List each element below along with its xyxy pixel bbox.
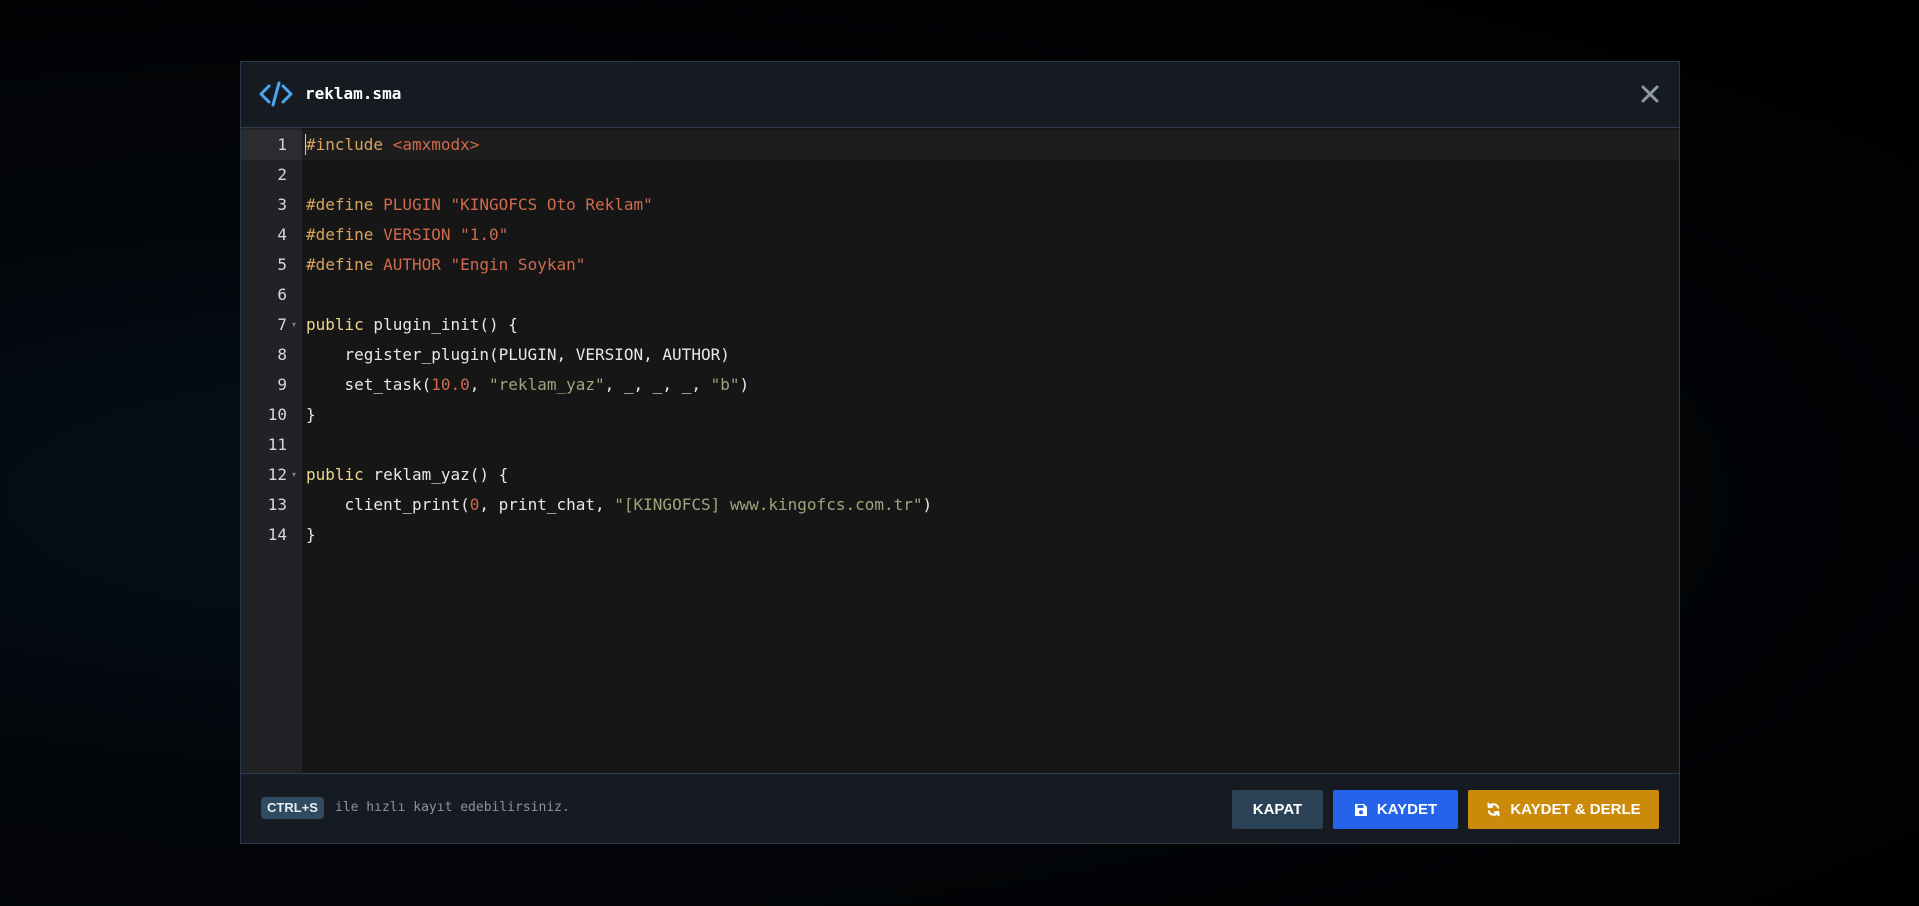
code-token: public bbox=[306, 315, 364, 334]
code-editor[interactable]: 1 #include <amxmodx> 2 3 #define PLUGIN "KIN… bbox=[241, 128, 1679, 773]
code-token: register_plugin(PLUGIN, VERSION, AUTHOR) bbox=[306, 345, 730, 364]
code-token: public bbox=[306, 465, 364, 484]
code-token: "Engin Soykan" bbox=[450, 255, 586, 274]
dialog-title: reklam.sma bbox=[305, 84, 402, 103]
code-line[interactable]: #define AUTHOR "Engin Soykan" bbox=[306, 250, 585, 280]
dialog-header: reklam.sma bbox=[241, 62, 1679, 128]
code-line[interactable]: #include <amxmodx> bbox=[306, 130, 479, 160]
line-number: 5 bbox=[277, 255, 287, 274]
code-line[interactable]: public reklam_yaz() { bbox=[306, 460, 508, 490]
line-number: 9 bbox=[277, 375, 287, 394]
line-number: 6 bbox=[277, 285, 287, 304]
code-token: VERSION bbox=[383, 225, 461, 244]
code-editor-dialog: reklam.sma 1 #include <amxmodx> 2 3 #define … bbox=[240, 61, 1680, 844]
code-icon bbox=[259, 81, 293, 107]
shortcut-hint: ile hızlı kayıt edebilirsiniz. bbox=[335, 800, 570, 815]
code-token: "1.0" bbox=[460, 225, 509, 244]
close-button[interactable]: KAPAT bbox=[1232, 790, 1323, 829]
code-line[interactable]: } bbox=[306, 520, 316, 550]
code-line[interactable]: set_task(10.0, "reklam_yaz", _, _, _, "b… bbox=[306, 370, 750, 400]
save-button[interactable]: KAYDET bbox=[1333, 790, 1458, 829]
code-token: client_print( bbox=[306, 495, 470, 514]
code-token: AUTHOR bbox=[383, 255, 451, 274]
code-token: ) bbox=[922, 495, 933, 514]
close-icon[interactable] bbox=[1637, 81, 1663, 107]
code-line[interactable]: #define PLUGIN "KINGOFCS Oto Reklam" bbox=[306, 190, 653, 220]
shortcut-badge: CTRL+S bbox=[261, 797, 324, 819]
code-token: #include bbox=[306, 135, 393, 154]
code-token: PLUGIN bbox=[383, 195, 451, 214]
line-number: 11 bbox=[267, 435, 287, 454]
code-token: , _, _, _, bbox=[604, 375, 711, 394]
code-token: <amxmodx> bbox=[392, 135, 480, 154]
code-token: 0 bbox=[469, 495, 480, 514]
code-token: "b" bbox=[710, 375, 740, 394]
line-number: 1 bbox=[277, 135, 287, 154]
code-token: , bbox=[469, 375, 490, 394]
code-token: reklam_yaz() { bbox=[363, 465, 509, 484]
code-token: "reklam_yaz" bbox=[489, 375, 605, 394]
line-number: 4 bbox=[277, 225, 287, 244]
code-token: 10.0 bbox=[431, 375, 470, 394]
line-number: 2 bbox=[277, 165, 287, 184]
dialog-footer: CTRL+S ile hızlı kayıt edebilirsiniz. KA… bbox=[241, 773, 1679, 843]
code-token: ) bbox=[739, 375, 750, 394]
save-icon bbox=[1354, 803, 1367, 816]
code-line[interactable]: client_print(0, print_chat, "[KINGOFCS] … bbox=[306, 490, 933, 520]
code-token: } bbox=[306, 405, 316, 424]
line-number: 12 bbox=[267, 465, 287, 484]
code-token: plugin_init() { bbox=[363, 315, 518, 334]
save-and-compile-label: KAYDET & DERLE bbox=[1510, 801, 1641, 818]
code-token: , print_chat, bbox=[479, 495, 615, 514]
code-token: "KINGOFCS Oto Reklam" bbox=[450, 195, 653, 214]
code-line[interactable]: #define VERSION "1.0" bbox=[306, 220, 508, 250]
code-token: } bbox=[306, 525, 316, 544]
save-button-label: KAYDET bbox=[1376, 801, 1438, 818]
code-line[interactable]: register_plugin(PLUGIN, VERSION, AUTHOR) bbox=[306, 340, 730, 370]
code-token: #define bbox=[306, 255, 384, 274]
code-line[interactable]: public plugin_init() { bbox=[306, 310, 518, 340]
line-number: 3 bbox=[277, 195, 287, 214]
code-line[interactable]: } bbox=[306, 400, 316, 430]
code-token: #define bbox=[306, 225, 384, 244]
line-number: 13 bbox=[267, 495, 287, 514]
active-line-highlight bbox=[302, 130, 1679, 160]
line-number: 10 bbox=[267, 405, 287, 424]
line-number: 7 bbox=[277, 315, 287, 334]
code-token: #define bbox=[306, 195, 384, 214]
fold-toggle-icon[interactable]: ▾ bbox=[292, 460, 296, 490]
code-token: set_task( bbox=[306, 375, 432, 394]
fold-toggle-icon[interactable]: ▾ bbox=[292, 310, 296, 340]
line-number: 8 bbox=[277, 345, 287, 364]
close-button-label: KAPAT bbox=[1252, 801, 1303, 818]
line-number: 14 bbox=[267, 525, 287, 544]
refresh-icon bbox=[1487, 802, 1501, 817]
code-token: "[KINGOFCS] www.kingofcs.com.tr" bbox=[614, 495, 923, 514]
save-and-compile-button[interactable]: KAYDET & DERLE bbox=[1468, 790, 1659, 829]
